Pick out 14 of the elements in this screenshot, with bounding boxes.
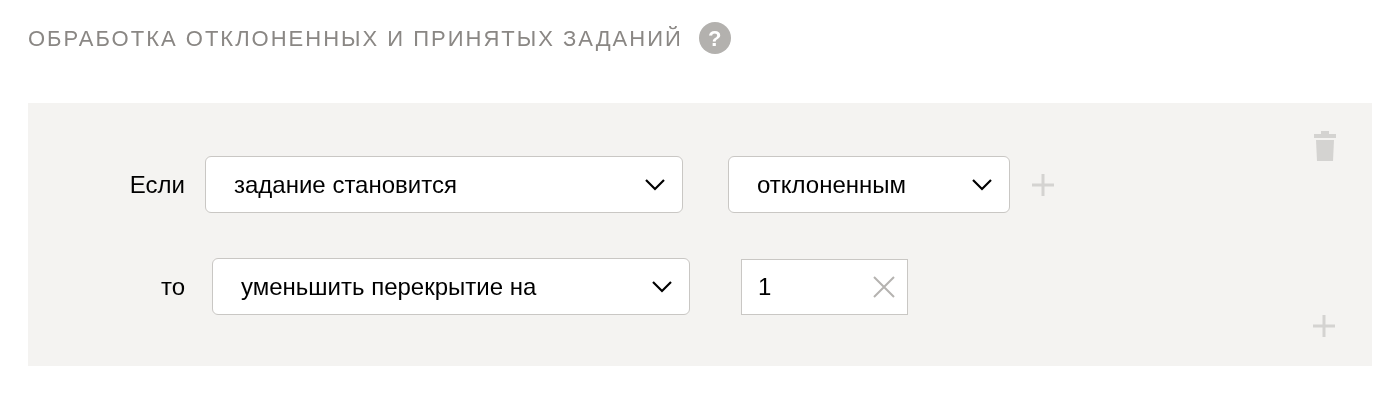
chevron-down-icon (971, 178, 993, 191)
section-title: ОБРАБОТКА ОТКЛОНЕННЫХ И ПРИНЯТЫХ ЗАДАНИЙ (28, 25, 683, 53)
chevron-down-icon (644, 178, 666, 191)
add-icon[interactable] (1031, 172, 1055, 197)
add-icon[interactable] (1312, 314, 1336, 338)
chevron-down-icon (651, 280, 673, 293)
delete-icon[interactable] (1314, 131, 1336, 161)
dropdown[interactable]: отклоненным (728, 156, 1010, 213)
number-field[interactable]: 1 (741, 258, 908, 315)
clear-icon[interactable] (872, 274, 896, 299)
rule-label: Если (128, 169, 185, 200)
dropdown[interactable]: задание становится (205, 156, 683, 213)
dropdown[interactable]: уменьшить перекрытие на (212, 258, 690, 315)
rule-label: то (159, 271, 185, 302)
